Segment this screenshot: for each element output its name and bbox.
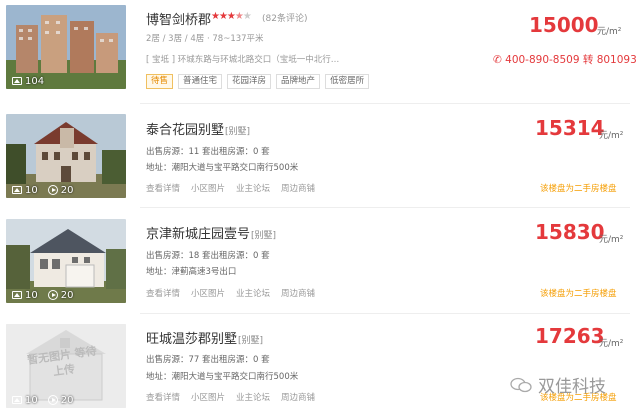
listing-title-link[interactable]: 旺城温莎郡别墅[别墅]	[146, 328, 263, 347]
listing-card-2: 10 20 泰合花园别墅[别墅] 出售房源：11 套出租房源：0 套 地址：潮阳…	[0, 110, 640, 205]
watermark-text: 双佳科技	[538, 377, 606, 397]
phone-text[interactable]: 400-890-8509 转 801093	[505, 54, 637, 66]
price-value: 15000	[529, 13, 599, 37]
listing-type-tag: [别墅]	[225, 127, 251, 137]
photos-link[interactable]: 小区图片	[191, 287, 225, 299]
shops-link[interactable]: 周边商铺	[281, 391, 315, 403]
listing-card-4: 暂无图片 等待上传 10 20 旺城温莎郡别墅[别墅] 出售房源：77 套出租房…	[0, 320, 640, 413]
divider	[140, 207, 630, 208]
feature-tags: 待售 普通住宅 花园洋房 品牌地产 低密居所	[146, 74, 370, 89]
photo-icon	[12, 77, 22, 85]
feature-tag: 品牌地产	[276, 74, 321, 89]
shops-link[interactable]: 周边商铺	[281, 182, 315, 194]
listing-title-link[interactable]: 京津新城庄园壹号[别墅]	[146, 223, 276, 242]
listing-title[interactable]: 京津新城庄园壹号	[146, 227, 250, 242]
play-icon	[47, 290, 58, 300]
shops-link[interactable]: 周边商铺	[281, 287, 315, 299]
listing-links: 查看详情 小区图片 业主论坛 周边商铺	[146, 182, 315, 194]
price-unit: 元/m²	[599, 235, 624, 245]
resale-link[interactable]: 该楼盘为二手房楼盘	[540, 182, 617, 194]
play-icon	[47, 185, 58, 195]
listing-title-link[interactable]: 博智剑桥郡	[146, 9, 211, 28]
video-count: 20	[60, 394, 74, 406]
listing-title[interactable]: 旺城温莎郡别墅	[146, 332, 237, 347]
details-link[interactable]: 查看详情	[146, 182, 180, 194]
phone-icon: ✆	[493, 54, 506, 66]
listing-photo[interactable]: 10 20	[6, 114, 126, 198]
address: 地址：潮阳大道与宝平路交口南行500米	[146, 163, 299, 173]
listing-counts: 出售房源：18 套出租房源：0 套	[146, 251, 270, 261]
forum-link[interactable]: 业主论坛	[236, 182, 270, 194]
listing-photo[interactable]: 暂无图片 等待上传 10 20	[6, 324, 126, 408]
photo-count: 10	[25, 184, 38, 196]
play-icon	[47, 395, 58, 405]
listing-title[interactable]: 博智剑桥郡	[146, 13, 211, 28]
layout-info: 2居 / 3居 / 4居 · 78~137平米	[146, 34, 264, 44]
feature-tag: 普通住宅	[178, 74, 223, 89]
status-tag: 待售	[146, 74, 174, 89]
watermark: 双佳科技	[510, 372, 606, 397]
details-link[interactable]: 查看详情	[146, 287, 180, 299]
photo-icon	[12, 186, 22, 194]
photos-link[interactable]: 小区图片	[191, 182, 225, 194]
photo-count: 104	[25, 75, 45, 87]
media-count-bar: 104	[6, 73, 44, 89]
forum-link[interactable]: 业主论坛	[236, 391, 270, 403]
media-count-bar: 10 20	[6, 287, 73, 303]
video-count: 20	[60, 184, 74, 196]
price-unit: 元/m²	[599, 131, 624, 141]
price-unit: 元/m²	[597, 27, 622, 37]
divider	[140, 103, 630, 104]
video-count: 20	[60, 289, 74, 301]
photo-count: 10	[25, 289, 38, 301]
listing-card-3: 10 20 京津新城庄园壹号[别墅] 出售房源：18 套出租房源：0 套 地址：…	[0, 214, 640, 309]
photo-icon	[12, 291, 22, 299]
listing-title-link[interactable]: 泰合花园别墅[别墅]	[146, 119, 250, 138]
address: 地址：津蓟高速3号出口	[146, 267, 237, 277]
forum-link[interactable]: 业主论坛	[236, 287, 270, 299]
address: [ 宝坻 ] 环城东路与环城北路交口（宝坻一中北行…	[146, 55, 340, 65]
feature-tag: 花园洋房	[227, 74, 272, 89]
media-count-bar: 10 20	[6, 392, 73, 408]
media-count-bar: 10 20	[6, 182, 73, 198]
price-unit: 元/m²	[599, 339, 624, 349]
listing-photo[interactable]: 10 20	[6, 219, 126, 303]
listing-counts: 出售房源：77 套出租房源：0 套	[146, 355, 270, 365]
review-count-link[interactable]: (82条评论)	[262, 11, 307, 24]
price-value: 15830	[535, 220, 605, 244]
feature-tag: 低密居所	[325, 74, 370, 89]
resale-link[interactable]: 该楼盘为二手房楼盘	[540, 287, 617, 299]
listing-type-tag: [别墅]	[238, 336, 264, 346]
price-value: 17263	[535, 324, 605, 348]
phone-number[interactable]: ✆ 400-890-8509 转 801093	[493, 52, 637, 67]
photos-link[interactable]: 小区图片	[191, 391, 225, 403]
photo-icon	[12, 396, 22, 404]
listing-card-1: 104 博智剑桥郡 ★★★★★ (82条评论) 2居 / 3居 / 4居 · 7…	[0, 0, 640, 96]
layout-types: 2居 / 3居 / 4居	[146, 34, 205, 44]
listing-title[interactable]: 泰合花园别墅	[146, 123, 224, 138]
listing-photo[interactable]: 104	[6, 5, 126, 89]
listing-counts: 出售房源：11 套出租房源：0 套	[146, 147, 270, 157]
price-value: 15314	[535, 116, 605, 140]
details-link[interactable]: 查看详情	[146, 391, 180, 403]
photo-count: 10	[25, 394, 38, 406]
listing-links: 查看详情 小区图片 业主论坛 周边商铺	[146, 287, 315, 299]
listing-links: 查看详情 小区图片 业主论坛 周边商铺	[146, 391, 315, 403]
area-range: 78~137平米	[212, 34, 264, 44]
address: 地址：潮阳大道与宝平路交口南行500米	[146, 372, 299, 382]
divider	[140, 313, 630, 314]
rating-stars: ★★★★★	[211, 11, 252, 22]
listing-type-tag: [别墅]	[251, 231, 277, 241]
wechat-icon	[510, 377, 532, 392]
